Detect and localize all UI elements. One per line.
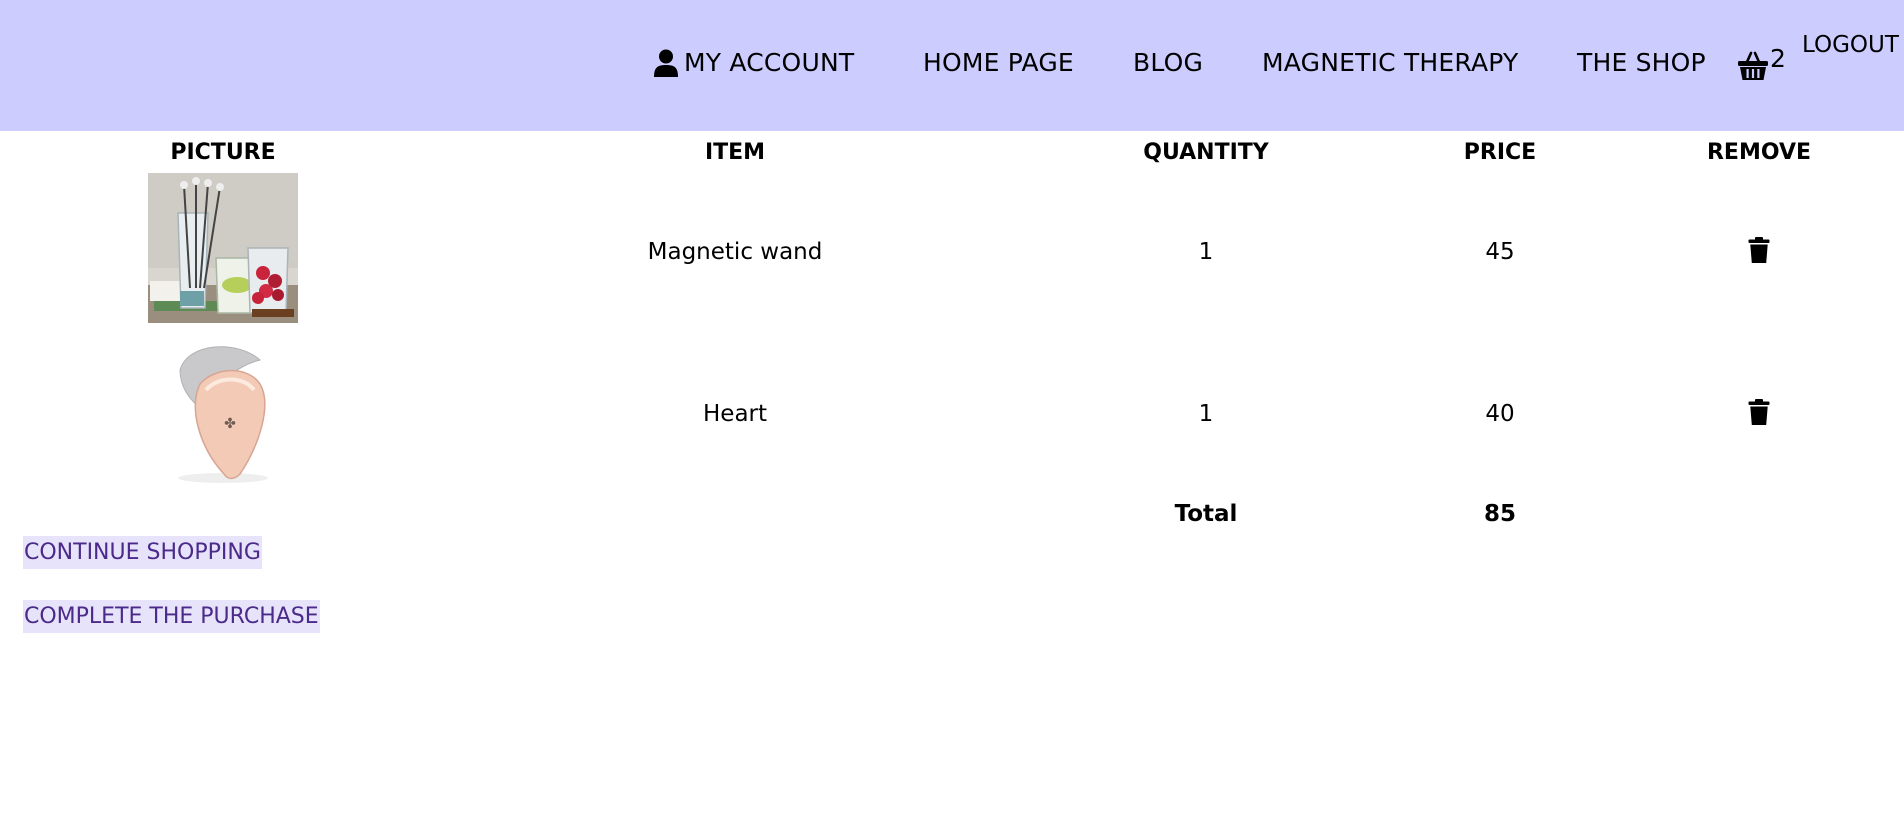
header-item: ITEM	[704, 140, 766, 165]
shopping-basket-icon	[1738, 51, 1768, 80]
item-name: Magnetic wand	[647, 239, 823, 265]
header-quantity: QUANTITY	[1143, 140, 1269, 165]
svg-text:✤: ✤	[224, 416, 236, 432]
user-icon	[654, 49, 678, 77]
item-price: 40	[1485, 401, 1515, 427]
cart-count: 2	[1770, 44, 1786, 73]
item-quantity: 1	[1198, 239, 1214, 265]
product-image-magnetic-wand	[148, 173, 298, 323]
item-quantity: 1	[1198, 401, 1214, 427]
total-value: 85	[1483, 501, 1517, 527]
nav-home-page[interactable]: HOME PAGE	[923, 48, 1074, 77]
nav-the-shop[interactable]: THE SHOP	[1577, 48, 1706, 77]
item-name: Heart	[702, 401, 768, 427]
item-price: 45	[1485, 239, 1515, 265]
trash-icon[interactable]	[1748, 399, 1770, 429]
logout-link[interactable]: LOGOUT	[1802, 32, 1899, 58]
nav-my-account-label: MY ACCOUNT	[684, 48, 855, 77]
continue-shopping-link[interactable]: CONTINUE SHOPPING	[23, 536, 262, 569]
header-price: PRICE	[1463, 140, 1537, 165]
product-image-heart: ✤	[148, 338, 298, 488]
cart-button[interactable]: 2	[1738, 44, 1786, 82]
header-picture: PICTURE	[170, 140, 276, 165]
header-remove: REMOVE	[1706, 140, 1812, 165]
total-label: Total	[1174, 501, 1238, 527]
nav-my-account[interactable]: MY ACCOUNT	[654, 48, 854, 77]
trash-icon[interactable]	[1748, 237, 1770, 267]
nav-blog[interactable]: BLOG	[1133, 48, 1203, 77]
complete-purchase-link[interactable]: COMPLETE THE PURCHASE	[23, 600, 320, 633]
site-header: MY ACCOUNT HOME PAGE BLOG MAGNETIC THERA…	[0, 0, 1904, 131]
nav-magnetic-therapy[interactable]: MAGNETIC THERAPY	[1262, 48, 1518, 77]
